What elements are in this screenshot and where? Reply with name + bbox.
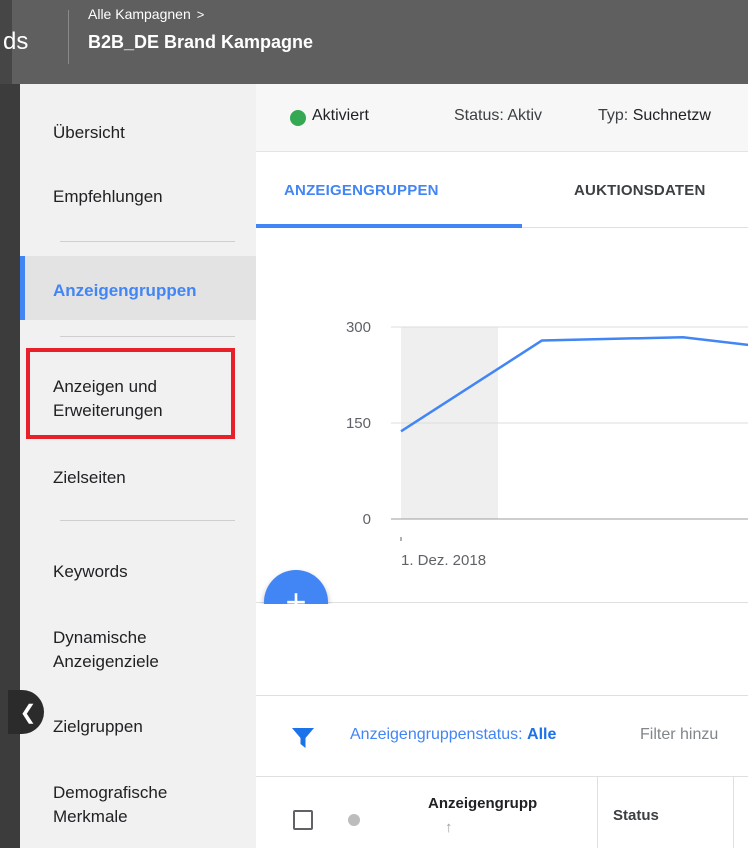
active-tab-indicator [256,224,522,228]
column-divider [597,777,598,848]
header-divider [68,10,69,64]
chart-x-tick-label: 1. Dez. 2018 [401,552,486,569]
sidebar-item-demografische-merkmale[interactable]: Demografische Merkmale [20,781,256,829]
sidebar-divider [60,241,235,242]
sidebar-divider [60,520,235,521]
status-value: Aktiv [507,107,543,124]
sidebar-item-dynamische-anzeigenziele[interactable]: Dynamische Anzeigenziele [20,626,256,674]
sidebar-item-anzeigengruppen[interactable]: Anzeigengruppen [20,256,256,320]
breadcrumb[interactable]: Alle Kampagnen > [88,6,204,22]
column-divider [733,777,734,848]
sidebar-divider [60,336,235,337]
top-bar: ds Alle Kampagnen > B2B_DE Brand Kampagn… [0,0,748,84]
breadcrumb-all-campaigns[interactable]: Alle Kampagnen [88,6,191,22]
sort-ascending-icon[interactable]: ↑ [445,819,453,836]
chart-y-tick-label: 0 [363,511,371,528]
tab-auktionsdaten[interactable]: AUKTIONSDATEN [574,182,705,199]
status-label: Status: [454,107,504,124]
filter-bar: Anzeigengruppenstatus: Alle Filter hinzu [256,697,748,777]
tab-bar: ANZEIGENGRUPPEN AUKTIONSDATEN [256,152,748,228]
sidebar-item-empfehlungen[interactable]: Empfehlungen [20,186,256,208]
line-chart: 300 150 0 1. Dez. 2018 [346,319,748,569]
status-field: Status: Aktiv [454,107,542,125]
column-header-anzeigengruppe[interactable]: Anzeigengrupp [428,795,537,812]
status-dot-icon [290,110,306,126]
add-filter-link[interactable]: Filter hinzu [640,726,718,744]
campaign-title: B2B_DE Brand Kampagne [88,32,314,52]
sidebar-item-uebersicht[interactable]: Übersicht [20,122,256,144]
tab-anzeigengruppen[interactable]: ANZEIGENGRUPPEN [284,182,439,199]
chart-y-tick-label: 150 [346,415,371,432]
type-label: Typ: [598,107,629,124]
table-header: Anzeigengrupp ↑ Status [256,777,748,848]
filter-icon[interactable] [292,728,314,748]
sidebar-item-label: Anzeigengruppen [53,281,197,300]
filter-value: Alle [527,726,557,743]
sidebar-item-zielgruppen[interactable]: Zielgruppen [20,716,256,738]
chevron-right-icon: > [196,6,205,22]
type-field: Typ: Suchnetzw [598,107,711,125]
sidebar-item-zielseiten[interactable]: Zielseiten [20,467,256,489]
chart-footer [256,604,748,696]
type-value: Suchnetzw [632,107,711,124]
select-all-checkbox[interactable] [293,810,313,830]
column-header-status[interactable]: Status [613,807,659,824]
campaign-status-bar: Aktiviert Status: Aktiv Typ: Suchnetzw [256,84,748,152]
status-column-dot-icon [348,814,360,826]
sidebar: Übersicht Empfehlungen Anzeigengruppen A… [20,84,256,848]
product-logo-fragment: ds [3,28,29,55]
filter-label: Anzeigengruppenstatus: [350,726,523,743]
filter-chip[interactable]: Anzeigengruppenstatus: Alle [350,726,556,744]
sidebar-item-keywords[interactable]: Keywords [20,561,256,583]
chart-y-tick-label: 300 [346,319,371,336]
enabled-status[interactable]: Aktiviert [312,107,369,125]
highlight-box [26,348,235,439]
performance-chart: 300 150 0 1. Dez. 2018 [256,229,748,603]
